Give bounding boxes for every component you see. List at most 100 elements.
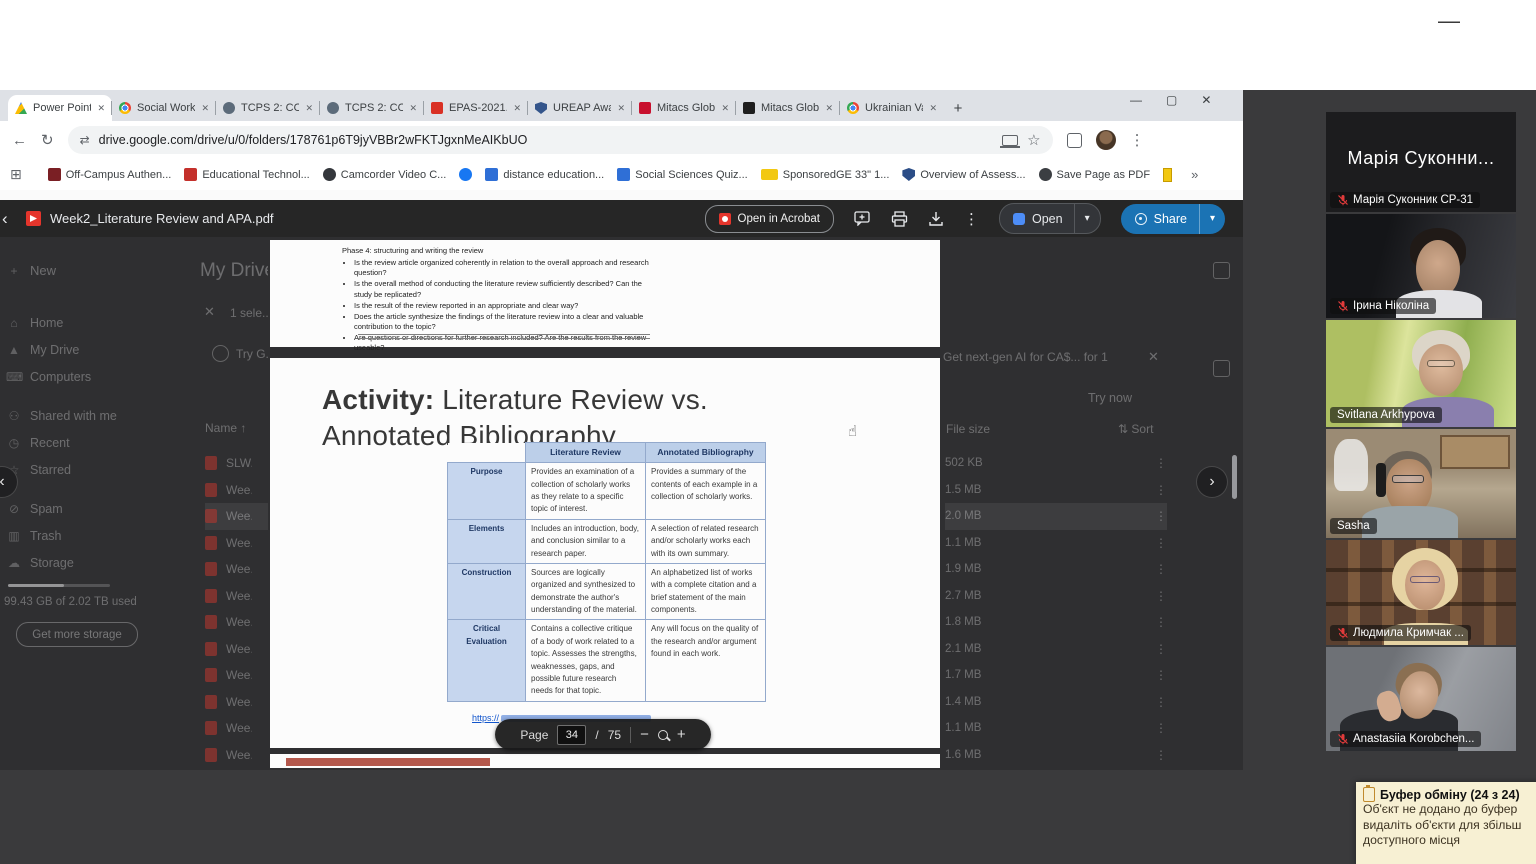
preview-back-icon[interactable]: ‹	[2, 209, 18, 229]
drive-file-size-row: 502 KB⋮	[945, 450, 1167, 477]
name-column-header: Name ↑	[205, 421, 246, 435]
mic-muted-icon	[1337, 627, 1349, 639]
tab-power-point[interactable]: Power Point ✕	[8, 95, 112, 121]
file-size: 2.1 MB	[945, 643, 1146, 655]
back-icon[interactable]: ←	[12, 132, 27, 149]
share-button[interactable]: Share ▾	[1121, 204, 1225, 234]
bookmark-yellow-doc[interactable]	[1163, 168, 1172, 182]
participant-name-label: Ірина Ніколіна	[1330, 298, 1436, 314]
tab-close-icon[interactable]: ✕	[513, 103, 521, 114]
tab-epas[interactable]: EPAS-2021.p ✕	[424, 95, 528, 121]
bookmark-item[interactable]: Overview of Assess...	[902, 168, 1025, 181]
drive-file-size-row: 2.0 MB⋮	[945, 503, 1167, 530]
tab-tcps-1[interactable]: TCPS 2: COR ✕	[216, 95, 320, 121]
file-name: Wee...	[226, 668, 252, 682]
pdf-favicon	[431, 102, 443, 114]
row-menu-icon: ⋮	[1155, 695, 1167, 709]
browser-minimize-button[interactable]: —	[1130, 93, 1142, 107]
bookmark-item[interactable]: Save Page as PDF	[1039, 168, 1151, 181]
reload-icon[interactable]: ↻	[41, 131, 54, 149]
scrollbar-thumb[interactable]	[1232, 455, 1237, 499]
pdf-file-icon	[205, 509, 217, 523]
participant-tile-sasha[interactable]: Sasha	[1326, 429, 1516, 538]
globe-favicon	[223, 102, 235, 114]
tab-close-icon[interactable]: ✕	[929, 103, 937, 114]
more-actions-icon[interactable]: ⋮	[964, 210, 979, 228]
zoom-in-button[interactable]: +	[677, 726, 686, 743]
participant-tile-maria[interactable]: Марія Суконни... Марія Суконник СР-31	[1326, 112, 1516, 212]
page-number-input[interactable]: 34	[557, 725, 586, 745]
column-header: Annotated Bibliography	[646, 443, 766, 463]
file-size: 1.1 MB	[945, 537, 1146, 549]
share-main[interactable]: Share	[1121, 204, 1199, 234]
bookmark-item[interactable]: Off-Campus Authen...	[48, 168, 172, 181]
tab-mitacs-2[interactable]: Mitacs Glob ✕	[736, 95, 840, 121]
share-dropdown[interactable]: ▾	[1200, 204, 1225, 234]
profile-avatar[interactable]	[1096, 130, 1116, 150]
open-with-dropdown[interactable]: ▾	[1075, 204, 1100, 233]
bookmark-item[interactable]: SponsoredGE 33" 1...	[761, 169, 890, 181]
tab-ukrainian[interactable]: Ukrainian Va ✕	[840, 95, 944, 121]
participant-tile-liudmyla[interactable]: Людмила Кримчак ...	[1326, 540, 1516, 645]
tab-close-icon[interactable]: ✕	[409, 103, 417, 114]
bookmark-item[interactable]: distance education...	[485, 168, 604, 181]
promo-icon	[212, 345, 229, 362]
drive-file-row: Wee...	[205, 636, 268, 663]
open-with-button[interactable]: Open ▾	[999, 203, 1101, 234]
file-name: Wee...	[226, 695, 252, 709]
window-minimize-button[interactable]: —	[1438, 8, 1460, 34]
browser-close-button[interactable]: ✕	[1201, 93, 1211, 107]
drive-file-row: SLW...	[205, 450, 268, 477]
browser-maximize-button[interactable]: ▢	[1166, 93, 1177, 107]
print-icon[interactable]	[891, 211, 908, 227]
blue-favicon	[485, 168, 498, 181]
participant-tile-iryna[interactable]: Ірина Ніколіна	[1326, 214, 1516, 318]
tab-close-icon[interactable]: ✕	[305, 103, 313, 114]
site-info-icon[interactable]: ⇄	[80, 133, 90, 147]
participant-tile-anastasiia[interactable]: Anastasiia Korobchen...	[1326, 647, 1516, 751]
next-file-button[interactable]: ›	[1196, 466, 1228, 498]
tab-close-icon[interactable]: ✕	[721, 103, 729, 114]
bookmarks-overflow-icon[interactable]: »	[1191, 167, 1198, 182]
clock-icon: ◷	[6, 436, 22, 450]
bookmark-item[interactable]: Educational Technol...	[184, 168, 309, 181]
file-name: Wee...	[226, 509, 252, 523]
apps-grid-icon[interactable]: ⊞	[10, 166, 22, 183]
pdf-page-35-sliver	[270, 754, 940, 768]
bookmark-item[interactable]: Camcorder Video C...	[323, 168, 447, 181]
comparison-table: Literature Review Annotated Bibliography…	[447, 442, 766, 702]
clipboard-notification[interactable]: Буфер обміну (24 з 24) Об'єкт не додано …	[1356, 782, 1536, 864]
page-toolbar: Page 34 / 75 − +	[495, 719, 711, 750]
tab-tcps-2[interactable]: TCPS 2: COR ✕	[320, 95, 424, 121]
promo-text: Try G...	[236, 347, 268, 361]
open-with-main[interactable]: Open	[1000, 204, 1074, 233]
file-size: 1.5 MB	[945, 484, 1146, 496]
tab-close-icon[interactable]: ✕	[617, 103, 625, 114]
download-icon[interactable]	[928, 211, 944, 227]
bookmark-item[interactable]: Social Sciences Quiz...	[617, 168, 748, 181]
browser-menu-icon[interactable]: ⋮	[1130, 131, 1145, 149]
bookmark-facebook[interactable]	[459, 168, 472, 181]
new-tab-button[interactable]: +	[944, 95, 972, 121]
bookmark-star-icon[interactable]: ☆	[1027, 131, 1040, 149]
drive-file-size-row: 1.4 MB⋮	[945, 689, 1167, 716]
participant-tile-svitlana[interactable]: Svitlana Arkhypova	[1326, 320, 1516, 427]
tab-close-icon[interactable]: ✕	[97, 103, 105, 114]
url-text[interactable]: drive.google.com/drive/u/0/folders/17876…	[99, 133, 993, 147]
add-comment-icon[interactable]	[854, 211, 871, 226]
open-in-acrobat-button[interactable]: Open in Acrobat	[705, 205, 834, 233]
home-icon: ⌂	[6, 316, 22, 330]
extensions-icon[interactable]	[1067, 133, 1082, 148]
pdf-file-icon	[205, 615, 217, 629]
tab-social-work[interactable]: Social Work ✕	[112, 95, 216, 121]
send-to-devices-icon[interactable]	[1002, 135, 1018, 146]
address-bar[interactable]: ⇄ drive.google.com/drive/u/0/folders/178…	[68, 126, 1053, 154]
zoom-lens-icon[interactable]	[658, 730, 668, 740]
sidebar-item-my-drive: ▲My Drive	[6, 343, 79, 357]
tab-mitacs-1[interactable]: Mitacs Glob ✕	[632, 95, 736, 121]
tab-ureap[interactable]: UREAP Awar ✕	[528, 95, 632, 121]
tab-close-icon[interactable]: ✕	[201, 103, 209, 114]
zoom-out-button[interactable]: −	[640, 726, 649, 743]
yellow-doc-icon	[1163, 168, 1172, 182]
tab-close-icon[interactable]: ✕	[825, 103, 833, 114]
